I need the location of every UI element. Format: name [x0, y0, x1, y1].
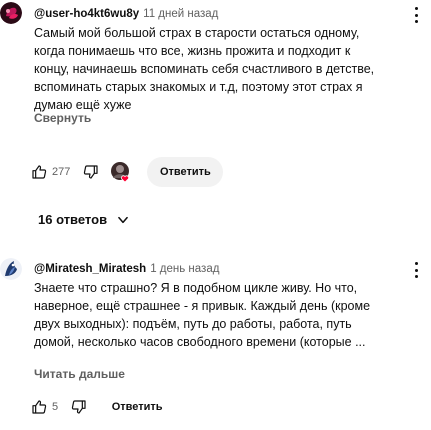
like-count: 277 — [52, 166, 71, 178]
thumbs-down-icon[interactable] — [82, 163, 100, 181]
comment-actions: 5 Ответить — [30, 392, 172, 422]
replies-toggle[interactable]: 16 ответов — [38, 212, 130, 227]
comment-text-line: Самый мой большой страх в старости остат… — [34, 26, 360, 40]
reply-button[interactable]: Ответить — [102, 392, 172, 422]
chevron-down-icon — [116, 213, 130, 227]
comment-author[interactable]: @Miratesh_Miratesh — [34, 263, 146, 275]
thumbs-up-icon[interactable] — [30, 163, 48, 181]
comment-text-line: двух выходных): подъём, путь до работы, … — [34, 317, 352, 331]
comment-text-line: концу, начинаешь вспоминать себя счастли… — [34, 62, 375, 76]
collapse-link[interactable]: Свернуть — [34, 111, 91, 125]
comment-text: Самый мой большой страх в старости остат… — [34, 24, 374, 114]
comment-header: @Miratesh_Miratesh 1 день назад — [34, 262, 219, 276]
kebab-menu-icon[interactable] — [408, 261, 424, 279]
comment-text-line: наверное, ещё страшнее - я привык. Кажды… — [34, 299, 371, 313]
thumbs-down-icon[interactable] — [70, 398, 88, 416]
comment-text-line: когда понимаешь что все, жизнь прожита и… — [34, 44, 351, 58]
thumbs-up-icon[interactable] — [30, 398, 48, 416]
comment-time[interactable]: 1 день назад — [150, 263, 219, 275]
kebab-menu-icon[interactable] — [408, 6, 424, 24]
comment-text-line: домой, несколько часов свободного времен… — [34, 335, 366, 349]
like-count: 5 — [52, 401, 59, 413]
avatar[interactable] — [0, 258, 22, 280]
comment-text-line: Знаете что страшно? Я в подобном цикле ж… — [34, 281, 358, 295]
comment-header: @user-ho4kt6wu8y 11 дней назад — [34, 7, 218, 21]
comment-text: Знаете что страшно? Я в подобном цикле ж… — [34, 279, 370, 351]
reply-button[interactable]: Ответить — [147, 157, 224, 187]
comment-text-line: вспоминать старых знакомых и т.д, поэтом… — [34, 80, 363, 94]
comment-time[interactable]: 11 дней назад — [143, 8, 218, 20]
replies-count: 16 ответов — [38, 212, 108, 227]
comment-author[interactable]: @user-ho4kt6wu8y — [34, 8, 139, 20]
read-more-link[interactable]: Читать дальше — [34, 367, 125, 381]
creator-heart-icon[interactable] — [110, 161, 132, 183]
comment-actions: 277 Ответить — [30, 157, 224, 187]
avatar[interactable] — [0, 2, 22, 24]
